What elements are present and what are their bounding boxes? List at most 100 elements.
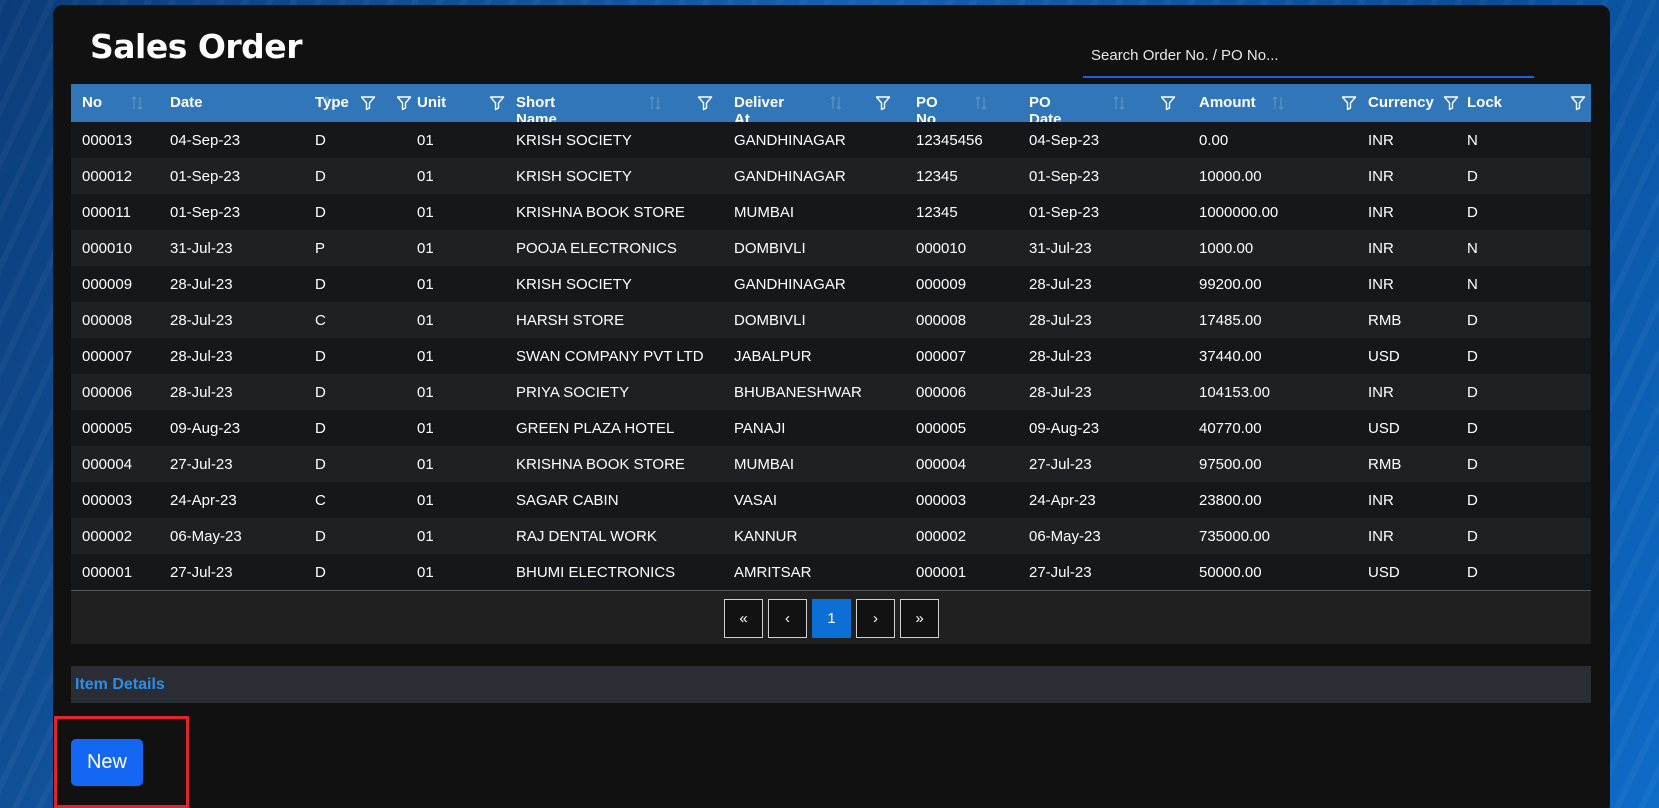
cell-amount: 104153.00 xyxy=(1199,384,1270,401)
table-row[interactable]: 000002 06-May-23 D 01 RAJ DENTAL WORK KANNUR 0… xyxy=(71,518,1591,554)
cell-po-date: 09-Aug-23 xyxy=(1029,420,1100,437)
cell-short-name: RAJ DENTAL WORK xyxy=(516,528,657,545)
cell-po-no: 12345 xyxy=(916,168,958,185)
cell-no: 000002 xyxy=(82,528,133,545)
cell-type: D xyxy=(315,528,326,545)
cell-lock: N xyxy=(1467,132,1478,149)
cell-unit: 01 xyxy=(417,240,434,257)
cell-unit: 01 xyxy=(417,456,434,473)
cell-type: D xyxy=(315,564,326,581)
cell-unit: 01 xyxy=(417,276,434,293)
cell-date: 28-Jul-23 xyxy=(170,348,233,365)
cell-short-name: GREEN PLAZA HOTEL xyxy=(516,420,675,437)
cell-currency: INR xyxy=(1368,276,1394,293)
sort-icon[interactable] xyxy=(1113,95,1125,111)
cell-po-no: 000003 xyxy=(916,492,967,509)
table-row[interactable]: 000007 28-Jul-23 D 01 SWAN COMPANY PVT LTD JA… xyxy=(71,338,1591,374)
cell-amount: 99200.00 xyxy=(1199,276,1262,293)
cell-short-name: KRISH SOCIETY xyxy=(516,132,632,149)
cell-currency: RMB xyxy=(1368,456,1402,473)
column-header-label: Lock xyxy=(1467,94,1503,111)
search-box xyxy=(1083,36,1534,78)
cell-deliver-at: JABALPUR xyxy=(734,348,812,365)
page-1-button[interactable]: 1 xyxy=(812,599,851,638)
filter-icon[interactable] xyxy=(396,95,412,111)
table-row[interactable]: 000013 04-Sep-23 D 01 KRISH SOCIETY GANDHINAG… xyxy=(71,122,1591,158)
filter-icon[interactable] xyxy=(1341,95,1357,111)
cell-lock: D xyxy=(1467,348,1478,365)
cell-lock: D xyxy=(1467,564,1478,581)
cell-currency: INR xyxy=(1368,384,1394,401)
table-row[interactable]: 000008 28-Jul-23 C 01 HARSH STORE DOMBIVLI 000… xyxy=(71,302,1591,338)
cell-po-no: 000004 xyxy=(916,456,967,473)
cell-short-name: PRIYA SOCIETY xyxy=(516,384,630,401)
filter-icon[interactable] xyxy=(697,95,713,111)
filter-icon[interactable] xyxy=(875,95,891,111)
cell-amount: 37440.00 xyxy=(1199,348,1262,365)
cell-po-date: 01-Sep-23 xyxy=(1029,204,1100,221)
cell-deliver-at: GANDHINAGAR xyxy=(734,168,846,185)
cell-deliver-at: DOMBIVLI xyxy=(734,312,806,329)
search-input[interactable] xyxy=(1083,36,1534,74)
table-row[interactable]: 000006 28-Jul-23 D 01 PRIYA SOCIETY BHUBANESH… xyxy=(71,374,1591,410)
sort-icon[interactable] xyxy=(1272,95,1284,111)
new-button[interactable]: New xyxy=(71,739,143,786)
cell-amount: 1000.00 xyxy=(1199,240,1254,257)
cell-no: 000013 xyxy=(82,132,133,149)
cell-amount: 1000000.00 xyxy=(1199,204,1279,221)
cell-currency: INR xyxy=(1368,492,1394,509)
column-header-label: Type xyxy=(315,94,349,111)
cell-lock: D xyxy=(1467,168,1478,185)
filter-icon[interactable] xyxy=(489,95,505,111)
next-page-button[interactable]: › xyxy=(856,599,895,638)
cell-lock: N xyxy=(1467,276,1478,293)
cell-lock: D xyxy=(1467,312,1478,329)
cell-po-no: 000007 xyxy=(916,348,967,365)
cell-po-no: 000009 xyxy=(916,276,967,293)
cell-no: 000011 xyxy=(82,204,131,221)
sort-icon[interactable] xyxy=(975,95,987,111)
cell-amount: 735000.00 xyxy=(1199,528,1270,545)
cell-short-name: KRISHNA BOOK STORE xyxy=(516,204,685,221)
cell-unit: 01 xyxy=(417,564,434,581)
table-row[interactable]: 000009 28-Jul-23 D 01 KRISH SOCIETY GANDHINAG… xyxy=(71,266,1591,302)
sort-icon[interactable] xyxy=(649,95,661,111)
table-row[interactable]: 000004 27-Jul-23 D 01 KRISHNA BOOK STORE MUMB… xyxy=(71,446,1591,482)
cell-date: 27-Jul-23 xyxy=(170,564,233,581)
cell-date: 06-May-23 xyxy=(170,528,242,545)
cell-date: 01-Sep-23 xyxy=(170,204,241,221)
cell-lock: D xyxy=(1467,204,1478,221)
table-row[interactable]: 000003 24-Apr-23 C 01 SAGAR CABIN VASAI 000003… xyxy=(71,482,1591,518)
cell-short-name: POOJA ELECTRONICS xyxy=(516,240,677,257)
filter-icon[interactable] xyxy=(1443,95,1459,111)
cell-po-date: 28-Jul-23 xyxy=(1029,312,1092,329)
prev-page-button[interactable]: ‹ xyxy=(768,599,807,638)
filter-icon[interactable] xyxy=(360,95,376,111)
cell-deliver-at: VASAI xyxy=(734,492,778,509)
cell-amount: 10000.00 xyxy=(1199,168,1262,185)
cell-type: C xyxy=(315,492,326,509)
table-row[interactable]: 000005 09-Aug-23 D 01 GREEN PLAZA HOTEL PANAJ… xyxy=(71,410,1591,446)
last-page-button[interactable]: » xyxy=(900,599,939,638)
first-page-button[interactable]: « xyxy=(724,599,763,638)
cell-unit: 01 xyxy=(417,528,434,545)
item-details-label: Item Details xyxy=(75,676,165,693)
filter-icon[interactable] xyxy=(1570,95,1586,111)
sort-icon[interactable] xyxy=(830,95,842,111)
column-header-label: Currency xyxy=(1368,94,1434,111)
cell-date: 09-Aug-23 xyxy=(170,420,241,437)
table-row[interactable]: 000001 27-Jul-23 D 01 BHUMI ELECTRONICS AMRIT… xyxy=(71,554,1591,590)
item-details-section[interactable]: Item Details xyxy=(71,666,1591,703)
page-title: Sales Order xyxy=(90,27,302,66)
cell-currency: INR xyxy=(1368,204,1394,221)
table-row[interactable]: 000011 01-Sep-23 D 01 KRISHNA BOOK STORE MUMB… xyxy=(71,194,1591,230)
cell-po-date: 28-Jul-23 xyxy=(1029,384,1092,401)
filter-icon[interactable] xyxy=(1160,95,1176,111)
sort-icon[interactable] xyxy=(131,95,143,111)
table-row[interactable]: 000012 01-Sep-23 D 01 KRISH SOCIETY GANDHINAG… xyxy=(71,158,1591,194)
cell-no: 000012 xyxy=(82,168,133,185)
cell-po-date: 28-Jul-23 xyxy=(1029,348,1092,365)
cell-currency: USD xyxy=(1368,348,1400,365)
cell-date: 28-Jul-23 xyxy=(170,384,233,401)
table-row[interactable]: 000010 31-Jul-23 P 01 POOJA ELECTRONICS DOMBI… xyxy=(71,230,1591,266)
